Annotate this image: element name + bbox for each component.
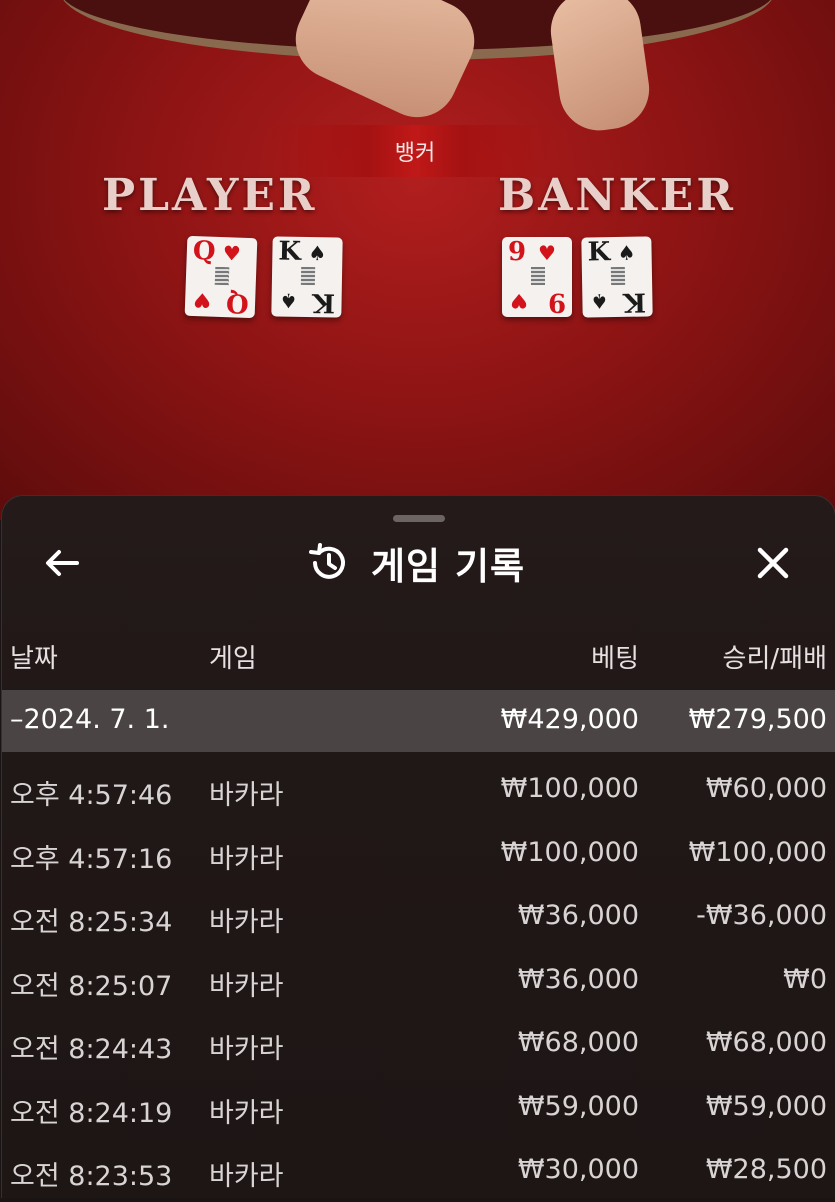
card-barcode bbox=[610, 266, 626, 286]
row-result: ₩28,500 bbox=[705, 1154, 827, 1185]
result-banner-label: 뱅커 bbox=[394, 141, 436, 166]
back-button[interactable] bbox=[40, 541, 84, 585]
card-barcode bbox=[300, 266, 316, 286]
group-result-total: ₩279,500 bbox=[688, 704, 827, 735]
row-bet: ₩30,000 bbox=[517, 1154, 639, 1185]
spade-suit-icon: ♠ bbox=[617, 240, 636, 265]
heart-suit-icon: ♥ bbox=[538, 241, 556, 265]
sheet-header: 게임 기록 bbox=[307, 541, 525, 588]
sheet-drag-handle[interactable] bbox=[393, 515, 445, 522]
card-rank: K bbox=[278, 236, 302, 267]
card-rank: K bbox=[623, 286, 647, 317]
column-game[interactable]: 게임 bbox=[209, 638, 257, 675]
banker-card-2: K ♠ ♠ K bbox=[581, 236, 653, 318]
row-result: ₩60,000 bbox=[705, 773, 827, 804]
spade-suit-icon: ♠ bbox=[590, 289, 609, 314]
arrow-left-icon bbox=[46, 550, 79, 576]
player-card-1: Q ♥ ♥ Q bbox=[184, 235, 258, 319]
banker-label: BANKER bbox=[498, 170, 736, 221]
row-game: 바카라 bbox=[209, 1034, 284, 1065]
close-button[interactable] bbox=[751, 541, 795, 585]
row-time: 오전 8:24:19 bbox=[10, 1098, 173, 1129]
row-result: ₩59,000 bbox=[705, 1091, 827, 1122]
row-time: 오전 8:24:43 bbox=[10, 1034, 173, 1065]
history-row[interactable]: 오전 8:25:07 바카라 ₩36,000 ₩0 bbox=[2, 950, 835, 1012]
banker-card-1: 9 ♥ ♥ 9 bbox=[502, 237, 572, 317]
spade-suit-icon: ♠ bbox=[308, 241, 327, 266]
row-game: 바카라 bbox=[209, 907, 284, 938]
row-game: 바카라 bbox=[209, 780, 284, 811]
heart-suit-icon: ♥ bbox=[222, 241, 242, 266]
column-bet[interactable]: 베팅 bbox=[591, 638, 639, 675]
card-rank: 9 bbox=[508, 237, 527, 267]
row-game: 바카라 bbox=[209, 1098, 284, 1129]
history-row[interactable]: 오후 4:57:16 바카라 ₩100,000 ₩100,000 bbox=[2, 823, 835, 885]
game-history-sheet: 게임 기록 날짜 게임 베팅 승리/패배 –2024. 7. 1. ₩429,0… bbox=[1, 495, 835, 1198]
row-bet: ₩68,000 bbox=[517, 1027, 639, 1058]
baccarat-table-video: 뱅커 PLAYER BANKER Q ♥ ♥ Q K ♠ ♠ K 9 ♥ ♥ 9… bbox=[0, 0, 835, 520]
row-time: 오전 8:25:07 bbox=[10, 971, 173, 1002]
row-time: 오전 8:23:53 bbox=[10, 1161, 173, 1192]
history-row[interactable]: 오전 8:25:34 바카라 ₩36,000 -₩36,000 bbox=[2, 886, 835, 948]
row-time: 오후 4:57:16 bbox=[10, 844, 173, 875]
row-result: -₩36,000 bbox=[696, 900, 827, 931]
column-win-loss[interactable]: 승리/패배 bbox=[723, 638, 827, 675]
row-time: 오전 8:25:34 bbox=[10, 907, 173, 938]
group-bet-total: ₩429,000 bbox=[500, 704, 639, 735]
column-date[interactable]: 날짜 bbox=[10, 638, 58, 675]
history-row[interactable]: 오전 8:24:43 바카라 ₩68,000 ₩68,000 bbox=[2, 1013, 835, 1075]
group-date: –2024. 7. 1. bbox=[10, 704, 170, 735]
history-icon bbox=[309, 543, 345, 579]
row-result: ₩0 bbox=[783, 964, 827, 995]
history-row[interactable]: 오후 4:57:46 바카라 ₩100,000 ₩60,000 bbox=[2, 759, 835, 821]
row-time: 오후 4:57:46 bbox=[10, 780, 173, 811]
card-rank: Q bbox=[192, 236, 217, 267]
heart-suit-icon: ♥ bbox=[192, 288, 212, 313]
row-game: 바카라 bbox=[209, 844, 284, 875]
spade-suit-icon: ♠ bbox=[279, 288, 298, 313]
player-label: PLAYER bbox=[102, 170, 318, 221]
history-row[interactable]: 오전 8:24:19 바카라 ₩59,000 ₩59,000 bbox=[2, 1077, 835, 1139]
row-bet: ₩100,000 bbox=[500, 773, 639, 804]
player-card-2: K ♠ ♠ K bbox=[271, 236, 343, 318]
card-barcode bbox=[531, 267, 545, 285]
sheet-title: 게임 기록 bbox=[371, 545, 526, 588]
row-bet: ₩100,000 bbox=[500, 837, 639, 868]
dealer-hand-left bbox=[282, 0, 488, 131]
row-bet: ₩36,000 bbox=[517, 900, 639, 931]
card-rank: K bbox=[312, 287, 336, 318]
close-icon bbox=[757, 547, 789, 579]
dealer-hand-right bbox=[545, 0, 655, 136]
row-bet: ₩59,000 bbox=[517, 1091, 639, 1122]
card-barcode bbox=[214, 266, 230, 286]
card-rank: K bbox=[587, 237, 611, 268]
heart-suit-icon: ♥ bbox=[510, 289, 528, 313]
card-rank: 9 bbox=[547, 287, 566, 317]
row-game: 바카라 bbox=[209, 1161, 284, 1192]
date-group-row[interactable]: –2024. 7. 1. ₩429,000 ₩279,500 bbox=[2, 690, 835, 752]
history-row[interactable]: 오전 8:23:53 바카라 ₩30,000 ₩28,500 bbox=[2, 1140, 835, 1202]
card-rank: Q bbox=[225, 287, 250, 318]
row-game: 바카라 bbox=[209, 971, 284, 1002]
row-result: ₩100,000 bbox=[688, 837, 827, 868]
history-table-header: 날짜 게임 베팅 승리/패배 bbox=[2, 638, 835, 678]
row-bet: ₩36,000 bbox=[517, 964, 639, 995]
row-result: ₩68,000 bbox=[705, 1027, 827, 1058]
